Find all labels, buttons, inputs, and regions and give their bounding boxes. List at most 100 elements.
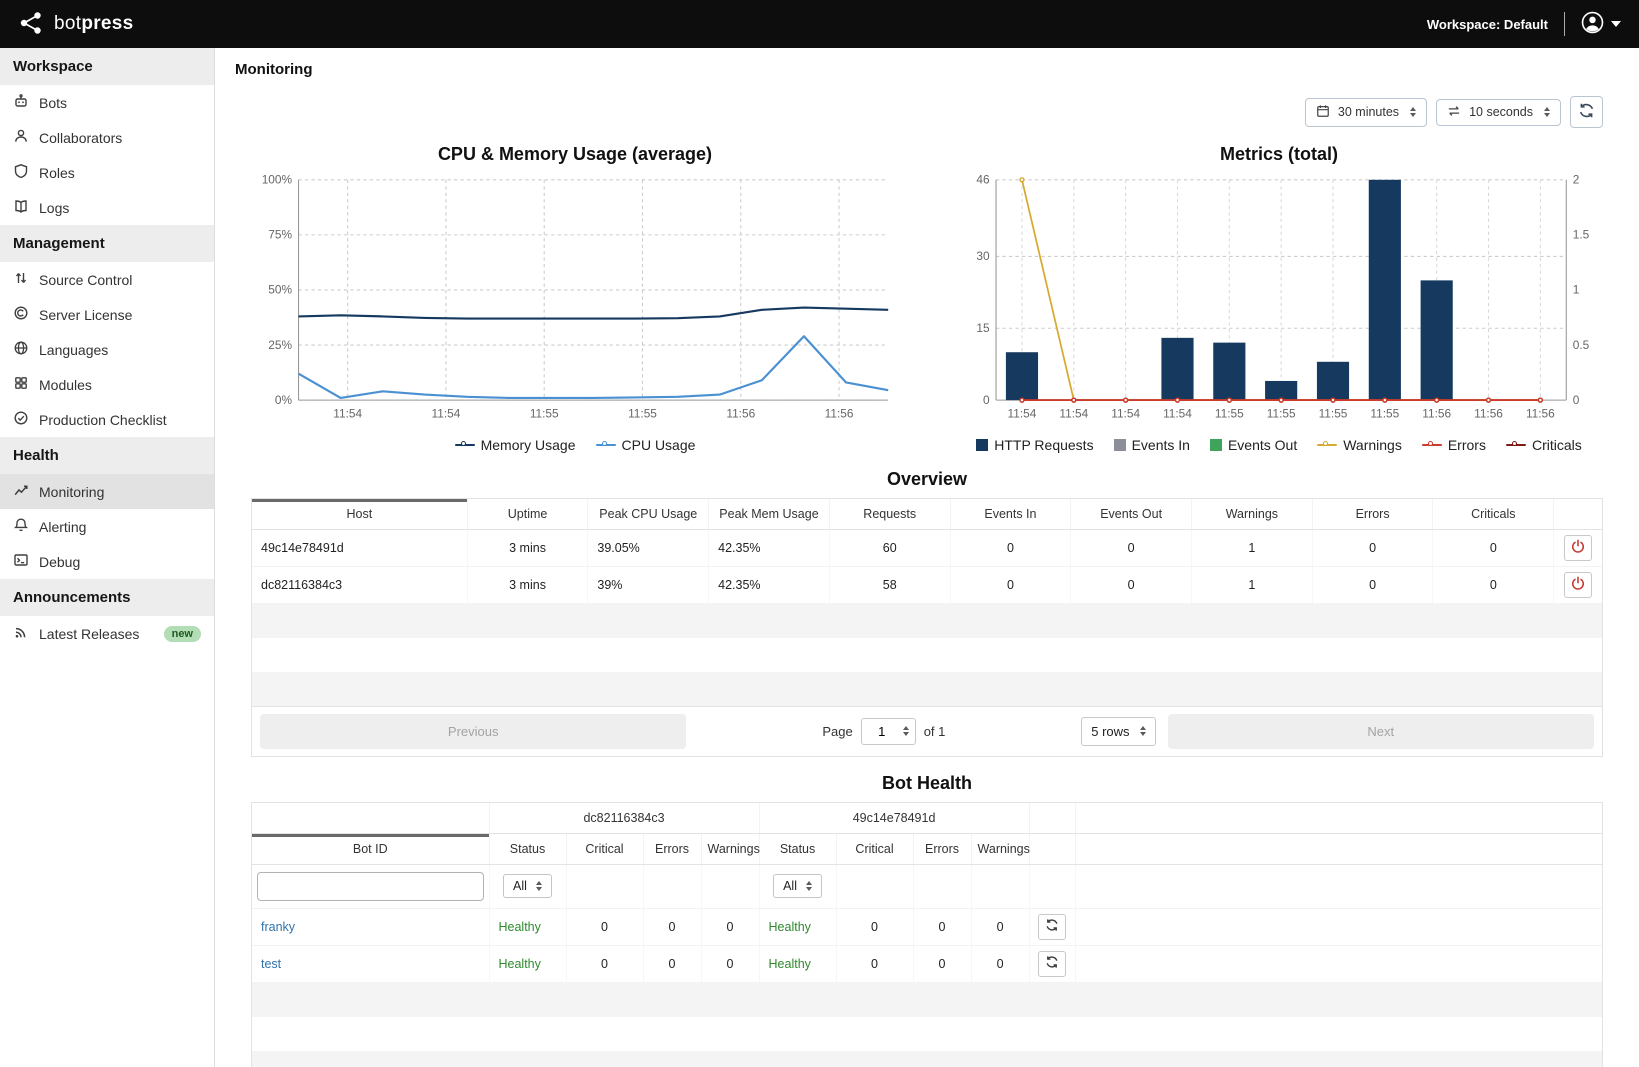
bot-link[interactable]: franky xyxy=(261,920,295,934)
charts-row: CPU & Memory Usage (average) 0%25%50%75%… xyxy=(215,128,1639,453)
cell-events-in: 0 xyxy=(950,529,1071,566)
sidebar-item-languages[interactable]: Languages xyxy=(0,332,214,367)
rss-icon xyxy=(13,624,29,643)
rows-per-page-select[interactable]: 5 rows xyxy=(1081,717,1155,746)
cpu-memory-legend: Memory Usage CPU Usage xyxy=(251,437,899,453)
col-events-in[interactable]: Events In xyxy=(950,499,1071,530)
cell-events-out: 0 xyxy=(1071,529,1192,566)
table-row-empty xyxy=(252,982,1602,1017)
svg-text:11:54: 11:54 xyxy=(1008,406,1037,420)
sidebar-item-bots[interactable]: Bots xyxy=(0,85,214,120)
col-warnings[interactable]: Warnings xyxy=(1192,499,1313,530)
col-warnings-1[interactable]: Warnings xyxy=(701,833,759,864)
bot-link[interactable]: test xyxy=(261,957,281,971)
stepper-icon xyxy=(806,881,812,891)
col-uptime[interactable]: Uptime xyxy=(467,499,588,530)
sidebar-item-logs[interactable]: Logs xyxy=(0,190,214,225)
legend-label: CPU Usage xyxy=(622,437,696,453)
sidebar-item-label: Debug xyxy=(39,554,80,570)
line-chart-icon xyxy=(13,482,29,501)
modules-grid-icon xyxy=(13,375,29,394)
col-status-2[interactable]: Status xyxy=(759,833,836,864)
group-header-empty xyxy=(1029,803,1075,834)
legend-item-events-in: Events In xyxy=(1114,437,1190,453)
marker-dot xyxy=(1512,441,1517,446)
col-peak-cpu[interactable]: Peak CPU Usage xyxy=(588,499,709,530)
svg-text:11:56: 11:56 xyxy=(1526,406,1555,420)
col-criticals[interactable]: Criticals xyxy=(1433,499,1554,530)
svg-text:0: 0 xyxy=(1573,393,1580,407)
svg-text:30: 30 xyxy=(976,249,990,263)
page-number-input[interactable] xyxy=(868,723,896,740)
cell-host: 49c14e78491d xyxy=(252,529,467,566)
refresh-now-button[interactable] xyxy=(1570,96,1603,128)
col-bot-id[interactable]: Bot ID xyxy=(252,833,489,864)
calendar-icon xyxy=(1316,104,1330,121)
col-critical-1[interactable]: Critical xyxy=(566,833,643,864)
sidebar-item-collaborators[interactable]: Collaborators xyxy=(0,120,214,155)
svg-text:75%: 75% xyxy=(268,228,292,242)
sidebar-item-server-license[interactable]: Server License xyxy=(0,297,214,332)
previous-page-button[interactable]: Previous xyxy=(260,714,686,749)
col-errors-2[interactable]: Errors xyxy=(913,833,971,864)
sidebar-item-label: Languages xyxy=(39,342,108,358)
time-range-select[interactable]: 30 minutes xyxy=(1305,98,1427,127)
legend-label: Criticals xyxy=(1532,437,1582,453)
sidebar-item-label: Modules xyxy=(39,377,92,393)
col-errors-1[interactable]: Errors xyxy=(643,833,701,864)
sidebar-item-modules[interactable]: Modules xyxy=(0,367,214,402)
svg-text:11:55: 11:55 xyxy=(1370,406,1399,420)
cell-critical: 0 xyxy=(566,945,643,982)
svg-text:11:55: 11:55 xyxy=(628,406,657,420)
page-number-stepper[interactable] xyxy=(861,718,916,745)
cell-uptime: 3 mins xyxy=(467,529,588,566)
legend-label: Errors xyxy=(1448,437,1486,453)
swap-arrows-icon xyxy=(1447,105,1461,120)
bot-id-filter-input[interactable] xyxy=(257,872,484,901)
marker-dot xyxy=(1323,441,1328,446)
sidebar-item-monitoring[interactable]: Monitoring xyxy=(0,474,214,509)
col-status-1[interactable]: Status xyxy=(489,833,566,864)
table-row-empty xyxy=(252,603,1602,638)
controls-row: 30 minutes 10 seconds xyxy=(215,84,1639,128)
col-events-out[interactable]: Events Out xyxy=(1071,499,1192,530)
sidebar-item-roles[interactable]: Roles xyxy=(0,155,214,190)
sidebar-item-production-checklist[interactable]: Production Checklist xyxy=(0,402,214,437)
cell-warnings: 0 xyxy=(971,908,1029,945)
table-row: test Healthy 0 0 0 Healthy 0 0 0 xyxy=(252,945,1602,982)
col-actions xyxy=(1554,499,1602,530)
svg-text:50%: 50% xyxy=(268,283,292,297)
page-indicator: Page of 1 xyxy=(698,718,1069,745)
col-requests[interactable]: Requests xyxy=(829,499,950,530)
reload-bot-button[interactable] xyxy=(1038,914,1066,940)
sidebar-item-source-control[interactable]: Source Control xyxy=(0,262,214,297)
col-host[interactable]: Host xyxy=(252,499,467,530)
refresh-rate-select[interactable]: 10 seconds xyxy=(1436,99,1561,126)
svg-text:11:55: 11:55 xyxy=(530,406,559,420)
next-page-button[interactable]: Next xyxy=(1168,714,1594,749)
shutdown-host-button[interactable] xyxy=(1564,572,1592,598)
bot-health-group-header-row: dc82116384c3 49c14e78491d xyxy=(252,803,1602,834)
status-filter-select-1[interactable]: All xyxy=(503,874,552,898)
bot-health-title: Bot Health xyxy=(215,773,1639,794)
shutdown-host-button[interactable] xyxy=(1564,535,1592,561)
reload-bot-button[interactable] xyxy=(1038,951,1066,977)
col-critical-2[interactable]: Critical xyxy=(836,833,913,864)
brand-text: botpress xyxy=(54,13,134,35)
cell-status: Healthy xyxy=(489,908,566,945)
cell-requests: 58 xyxy=(829,566,950,603)
user-menu[interactable] xyxy=(1581,11,1621,37)
svg-text:0: 0 xyxy=(983,393,990,407)
sidebar-item-alerting[interactable]: Alerting xyxy=(0,509,214,544)
sidebar: Workspace Bots Collaborators Roles Logs … xyxy=(0,48,215,1067)
group-header-host-1: dc82116384c3 xyxy=(489,803,759,834)
section-title-management: Management xyxy=(0,225,214,262)
col-errors[interactable]: Errors xyxy=(1312,499,1433,530)
col-warnings-2[interactable]: Warnings xyxy=(971,833,1029,864)
col-peak-mem[interactable]: Peak Mem Usage xyxy=(709,499,830,530)
status-filter-select-2[interactable]: All xyxy=(773,874,822,898)
metrics-chart-title: Metrics (total) xyxy=(955,144,1603,165)
sidebar-item-latest-releases[interactable]: Latest Releases new xyxy=(0,616,214,651)
cell-peak-mem: 42.35% xyxy=(709,566,830,603)
sidebar-item-debug[interactable]: Debug xyxy=(0,544,214,579)
